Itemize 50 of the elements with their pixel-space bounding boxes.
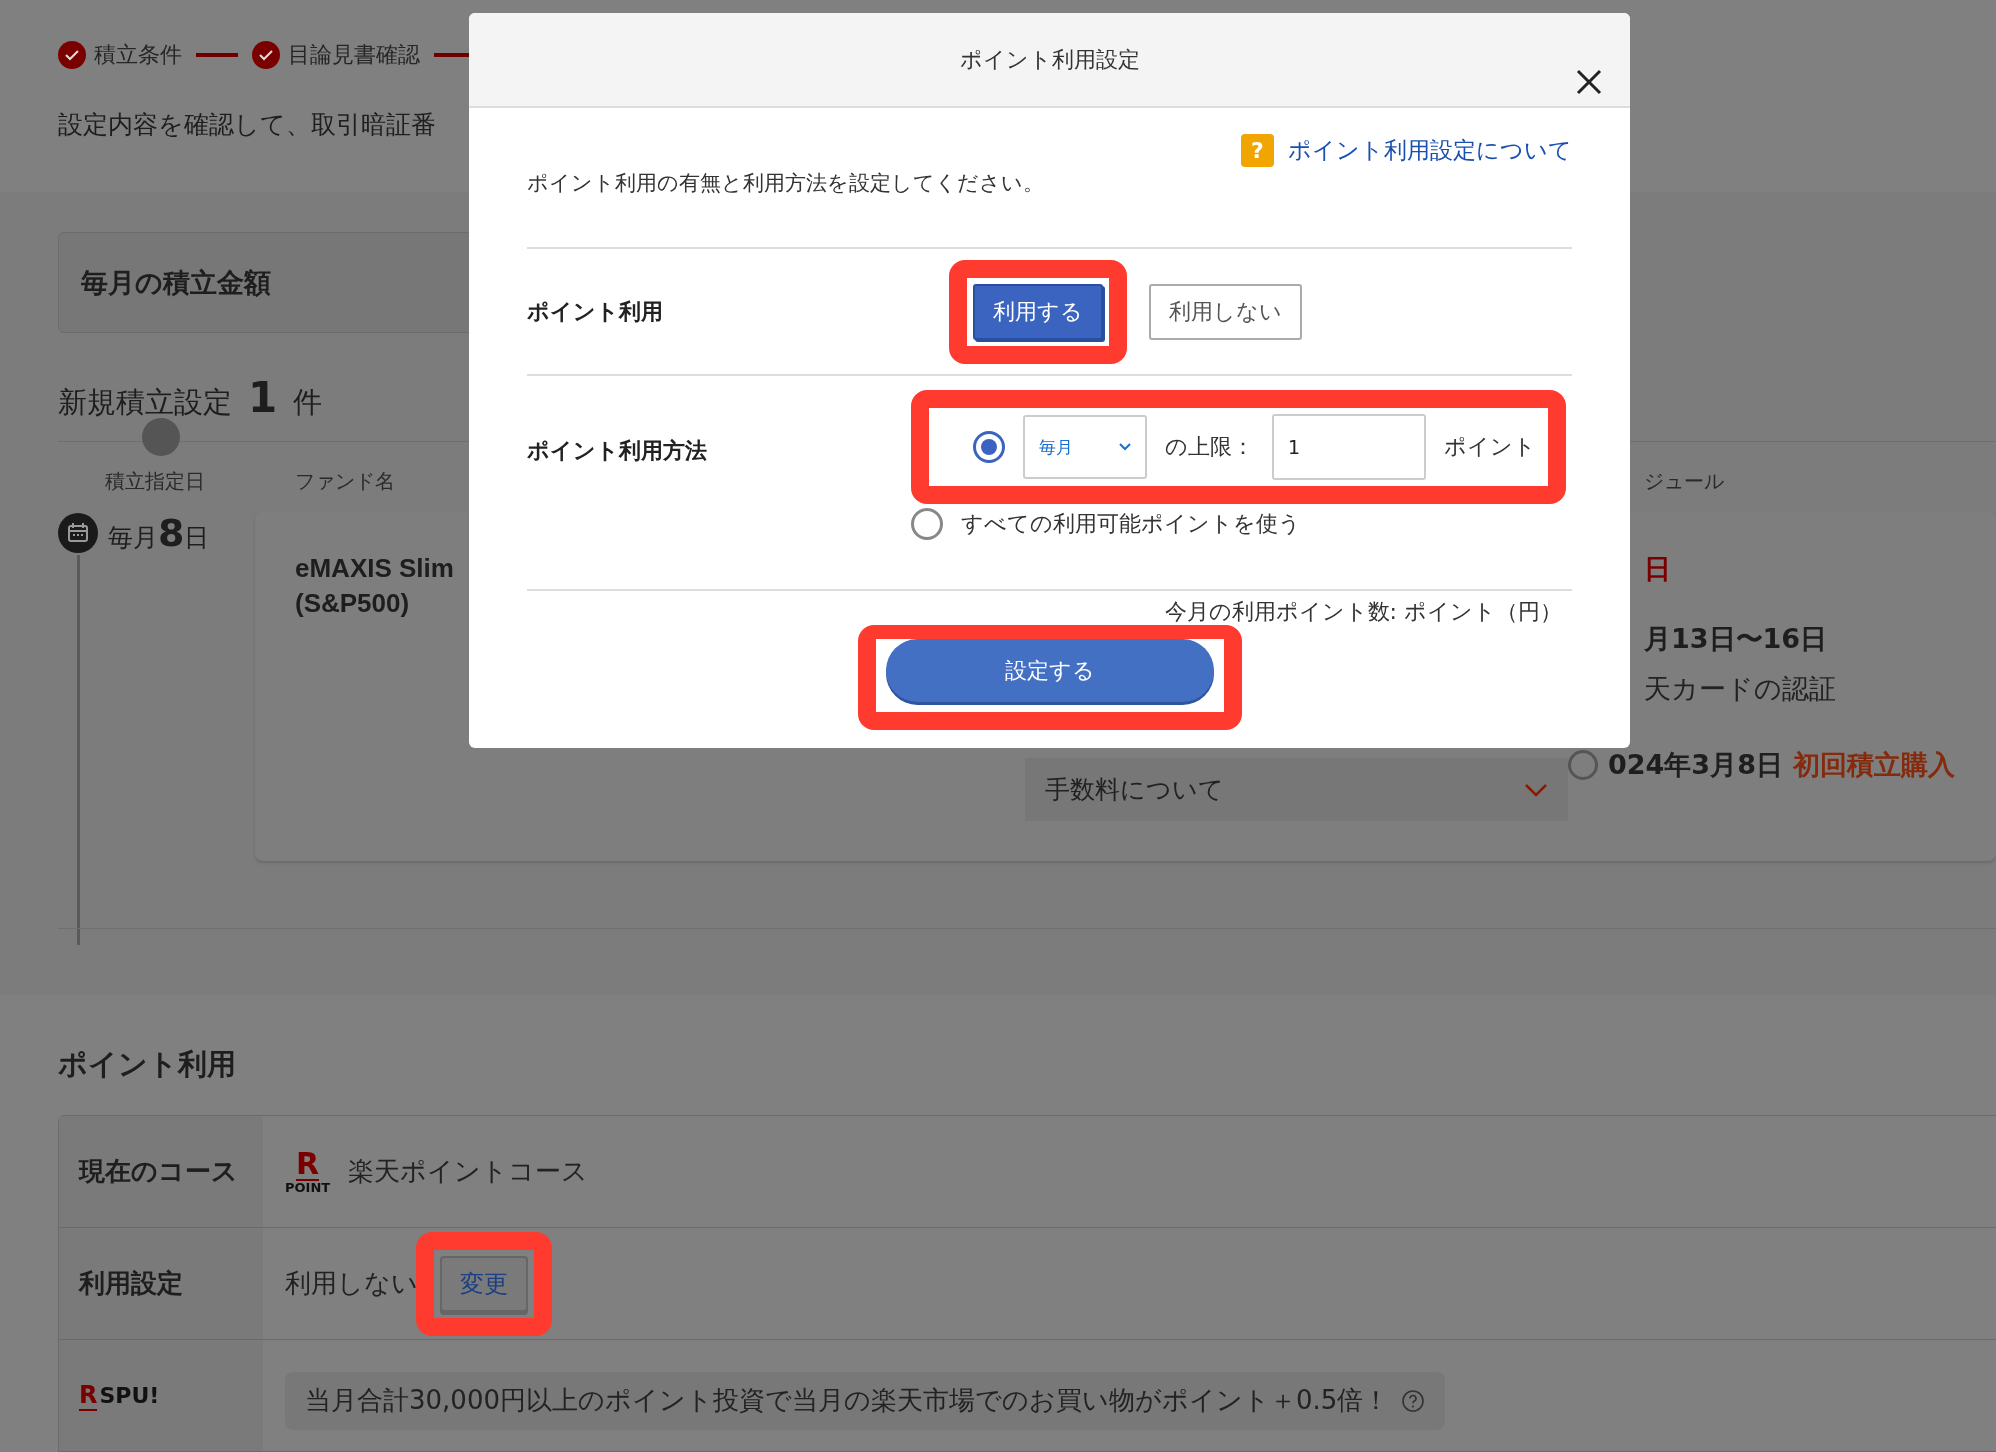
course-name: 楽天ポイントコース <box>348 1155 589 1188</box>
schedule-date: 024年3月8日 <box>1608 748 1783 782</box>
field-label: の上限： <box>1165 433 1254 461</box>
caret-icon <box>1119 443 1131 451</box>
column-header: ファンド名 <box>295 468 395 495</box>
card-title: 毎月の積立金額 <box>81 265 271 300</box>
field-label: ポイント利用 <box>527 297 664 326</box>
unit-label: ポイント <box>1444 433 1536 461</box>
dialog-title: ポイント利用設定 <box>959 45 1140 74</box>
step-label: 積立条件 <box>94 41 182 69</box>
submit-button[interactable]: 設定する <box>885 639 1214 702</box>
toggle-button[interactable]: 利用しない <box>1149 283 1302 340</box>
radio-button[interactable] <box>911 508 943 540</box>
instruction-text: 設定内容を確認して、取引暗証番 <box>58 109 437 141</box>
points-summary: 今月の利用ポイント数: ポイント（円） <box>1163 598 1563 626</box>
limit-input[interactable]: 1 <box>1272 414 1426 480</box>
plan-count: 1 <box>248 373 278 422</box>
period-dropdown[interactable]: 毎月 <box>1023 415 1147 479</box>
close-icon <box>1574 67 1604 97</box>
schedule-date: 月13日〜16日 <box>1644 622 1829 656</box>
field-label: ポイント利用方法 <box>527 437 708 465</box>
fund-name: eMAXIS Slim (S&P500) <box>295 552 454 621</box>
point-logo: R POINT <box>285 1149 331 1194</box>
column-header: 積立指定日 <box>104 468 205 495</box>
step-label: 目論見書確認 <box>288 41 420 69</box>
spu-logo: RSPU! <box>79 1380 160 1411</box>
calendar-icon <box>58 513 98 553</box>
schedule-note: 天カードの認証 <box>1644 672 1837 706</box>
count-unit: 件 <box>293 384 323 421</box>
option-label: すべての利用可能ポイントを使う <box>961 510 1301 538</box>
row-label: 利用設定 <box>59 1228 263 1339</box>
section-title: ポイント利用 <box>58 1046 237 1083</box>
banner-text: 当月合計30,000円以上のポイント投資で当月の楽天市場でのお買い物がポイント＋0.5倍！ <box>305 1384 1390 1417</box>
schedule-label: 初回積立購入 <box>1792 748 1955 782</box>
dialog-description: ポイント利用の有無と利用方法を設定してください。 <box>527 170 1045 197</box>
setting-value: 利用しない <box>285 1267 418 1300</box>
schedule-text: 日 <box>1644 552 1672 586</box>
help-icon <box>1401 1388 1426 1413</box>
help-icon: ? <box>1241 134 1274 167</box>
chevron-icon <box>1524 782 1548 797</box>
row-label: 現在のコース <box>59 1116 263 1227</box>
toggle-button[interactable]: 利用する <box>973 283 1103 340</box>
column-header: ジュール <box>1643 468 1724 495</box>
help-link[interactable]: ポイント利用設定について <box>1288 135 1572 166</box>
touch-indicator <box>142 418 180 456</box>
fee-dropdown[interactable]: 手数料について <box>1025 758 1568 821</box>
close-button[interactable] <box>1574 67 1604 97</box>
day-text: 毎月 8 日 <box>108 511 210 555</box>
section-title: 新規積立設定 <box>58 384 232 421</box>
radio-button[interactable] <box>973 431 1005 463</box>
